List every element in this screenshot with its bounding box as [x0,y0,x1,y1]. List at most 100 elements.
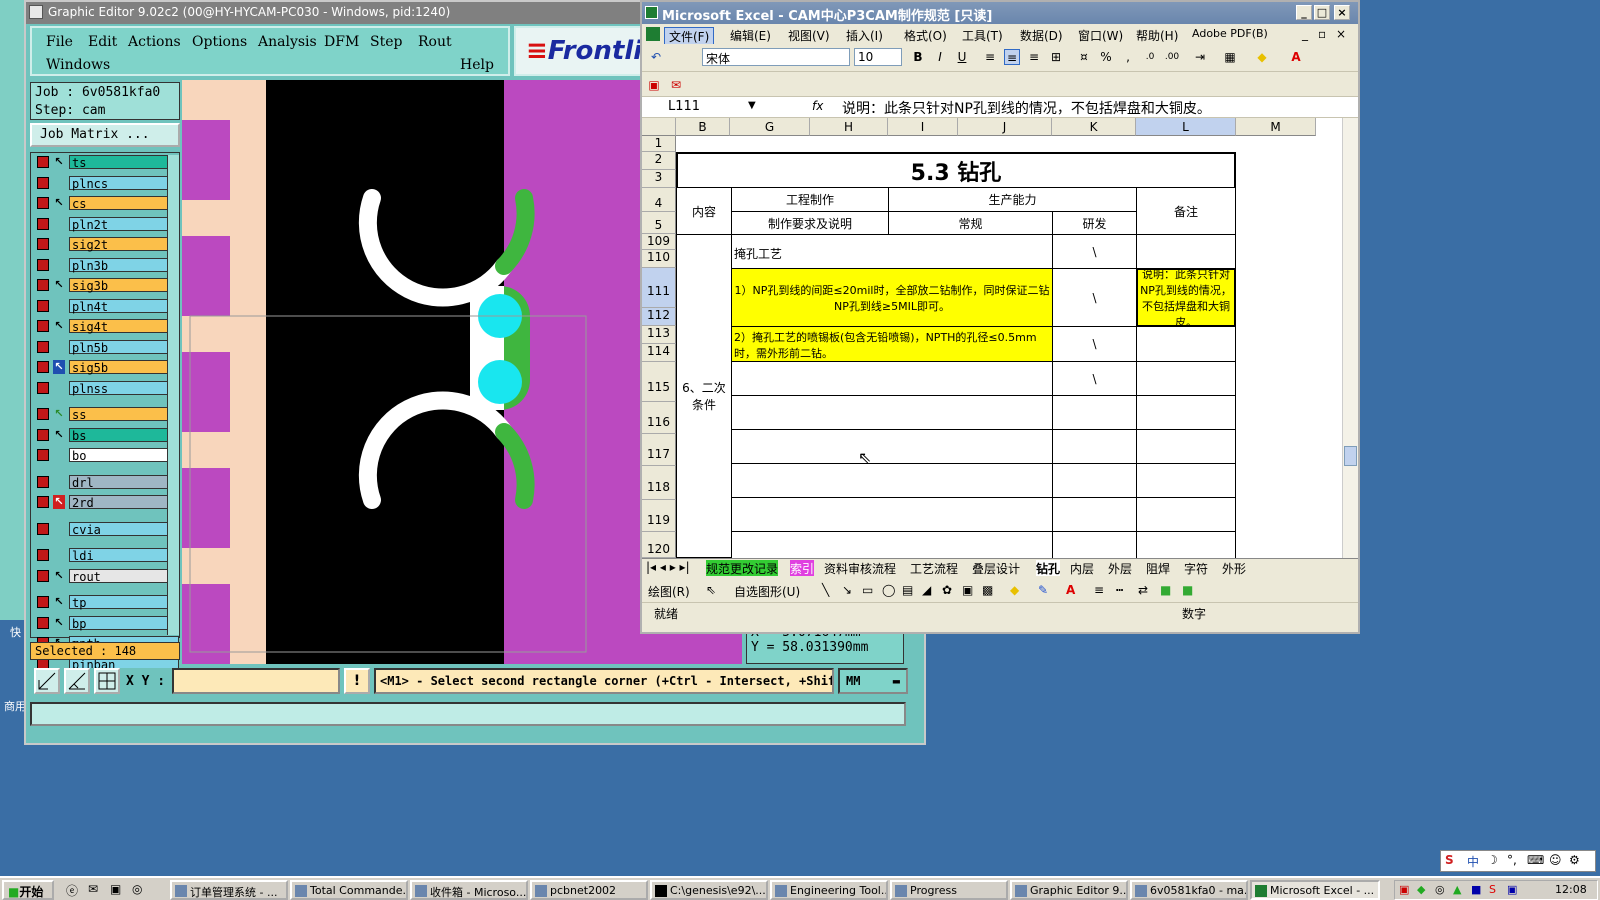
row111-text[interactable]: 1）NP孔到线的间距≤20mil时，全部放二钻制作，同时保证二钻NP孔到线≥5M… [731,268,1053,327]
grid-tool-icon[interactable] [94,668,120,694]
autoshape-menu[interactable]: 自选图形(U) [734,583,800,600]
tray-icon[interactable]: ▣ [1507,883,1517,896]
arrow-icon[interactable]: ↖ [53,196,65,210]
layer-toggle[interactable] [37,361,49,373]
wordart-icon[interactable]: ◢ [922,583,931,597]
layer-row[interactable]: ↖ sig4t [35,319,179,334]
arrow-style-icon[interactable]: ⇄ [1138,583,1148,597]
italic-icon[interactable]: I [932,49,948,65]
row-header[interactable]: 119 [642,500,676,532]
arrow-icon[interactable] [53,217,65,231]
section-label[interactable]: 6、二次条件 [676,234,732,558]
font-color-icon[interactable]: A [1288,49,1304,65]
menu-analysis[interactable]: Analysis [258,34,317,50]
layer-row[interactable]: ↖ bp [35,615,179,631]
taskbar-item[interactable]: 6v0581kfa0 - ma... [1130,880,1248,900]
layer-name[interactable]: cvia [69,521,179,537]
pdf-convert-icon[interactable]: ▣ [646,77,662,93]
doc-icon[interactable] [646,27,660,41]
layer-toggle[interactable] [37,156,49,168]
layer-toggle[interactable] [37,496,49,508]
layer-name[interactable]: plnss [69,380,179,396]
layer-name[interactable]: pln4t [69,298,179,314]
row115-text[interactable] [731,361,1053,396]
tab-index[interactable]: 索引 [790,560,815,576]
oval-icon[interactable]: ◯ [882,583,895,597]
layer-row[interactable]: bo [35,448,179,463]
font-size-combo[interactable]: 10 [854,48,902,66]
header-capability[interactable]: 生产能力 [888,187,1137,212]
rectangle-icon[interactable]: ▭ [862,583,873,597]
row-header-selected[interactable]: 111 [642,268,676,308]
row-header[interactable]: 4 [642,188,676,212]
xy-input[interactable] [172,668,340,694]
layer-name[interactable]: pln3b [69,257,179,273]
arrow-icon[interactable] [53,448,65,462]
layer-name[interactable]: sig4t [69,319,179,334]
row109-rd[interactable]: \ [1052,234,1137,269]
layer-row[interactable]: ↖ sig5b [35,360,179,375]
tab-legend[interactable]: 字符 [1184,560,1208,576]
taskbar-item[interactable]: C:\genesis\e92\... [650,880,768,900]
layer-toggle[interactable] [37,616,49,629]
layer-name[interactable]: pln2t [69,216,179,232]
layer-toggle[interactable] [37,217,49,230]
menu-rout[interactable]: Rout [418,34,452,50]
arrow-icon[interactable]: ↖ [53,155,65,169]
layer-row[interactable]: ↖ ss [35,407,179,422]
arrow-icon[interactable] [53,475,65,489]
menu-options[interactable]: Options [192,34,247,50]
layer-name[interactable]: sig2t [69,237,179,252]
formula-content[interactable]: 说明：此条只针对NP孔到线的情况，不包括焊盘和大铜皮。 [842,98,1211,118]
arrow-icon[interactable] [53,381,65,395]
header-content[interactable]: 内容 [676,187,732,235]
taskbar-item[interactable]: Graphic Editor 9.... [1010,880,1128,900]
line-icon[interactable]: ╲ [822,583,829,597]
column-header[interactable]: J [958,118,1052,136]
layer-toggle[interactable] [37,299,49,312]
currency-icon[interactable]: ¤ [1076,49,1092,65]
tray-icon[interactable]: S [1489,883,1496,896]
layer-row[interactable]: ↖ tp [35,595,179,610]
layer-row[interactable]: ↖ cs [35,196,179,211]
font-name-combo[interactable]: 宋体 [702,48,850,66]
align-left-icon[interactable]: ≡ [982,49,998,65]
row117-note[interactable] [1136,429,1236,464]
row-header[interactable]: 115 [642,362,676,402]
column-header[interactable]: K [1052,118,1136,136]
row-header[interactable]: 117 [642,434,676,466]
tab-process[interactable]: 工艺流程 [910,560,958,576]
row120-rd[interactable] [1052,531,1137,558]
arrow-icon[interactable]: ↖ [53,569,65,583]
taskbar-item[interactable]: Total Commande... [290,880,408,900]
row-header[interactable]: 109 [642,234,676,250]
layer-row[interactable]: cvia [35,521,179,537]
layer-row[interactable]: plncs [35,175,179,191]
layer-name[interactable]: rout [69,568,179,584]
row-header[interactable]: 110 [642,250,676,268]
tab-stackup[interactable]: 叠层设计 [972,560,1020,576]
row116-note[interactable] [1136,395,1236,430]
menu-adobe-pdf[interactable]: Adobe PDF(B) [1192,27,1268,40]
tray-icon[interactable]: ▲ [1453,883,1461,896]
layer-row[interactable]: ldi [35,548,179,563]
keyboard-icon[interactable]: ⌨ [1527,853,1544,867]
row118-text[interactable] [731,463,1053,498]
header-requirement[interactable]: 制作要求及说明 [731,211,889,235]
row-header[interactable]: 118 [642,466,676,500]
row-header[interactable]: 114 [642,344,676,362]
row109-text[interactable]: 掩孔工艺 [731,234,1053,269]
arrow-icon[interactable]: ↘ [842,583,852,597]
layer-name[interactable]: bo [69,448,179,463]
menu-file[interactable]: File [46,34,73,50]
arrow-icon[interactable]: ↖ [53,278,65,292]
minimize-icon[interactable]: _ [1296,5,1312,20]
start-button[interactable]: ■开始 [2,880,54,900]
row-header[interactable]: 116 [642,402,676,434]
fill-icon[interactable]: ◆ [1010,583,1019,597]
scroll-thumb[interactable] [1344,446,1357,466]
layer-row[interactable]: drl [35,474,179,490]
tab-profile[interactable]: 外形 [1222,560,1246,576]
layer-name[interactable]: ldi [69,548,179,563]
vertical-scrollbar[interactable] [1342,118,1358,558]
